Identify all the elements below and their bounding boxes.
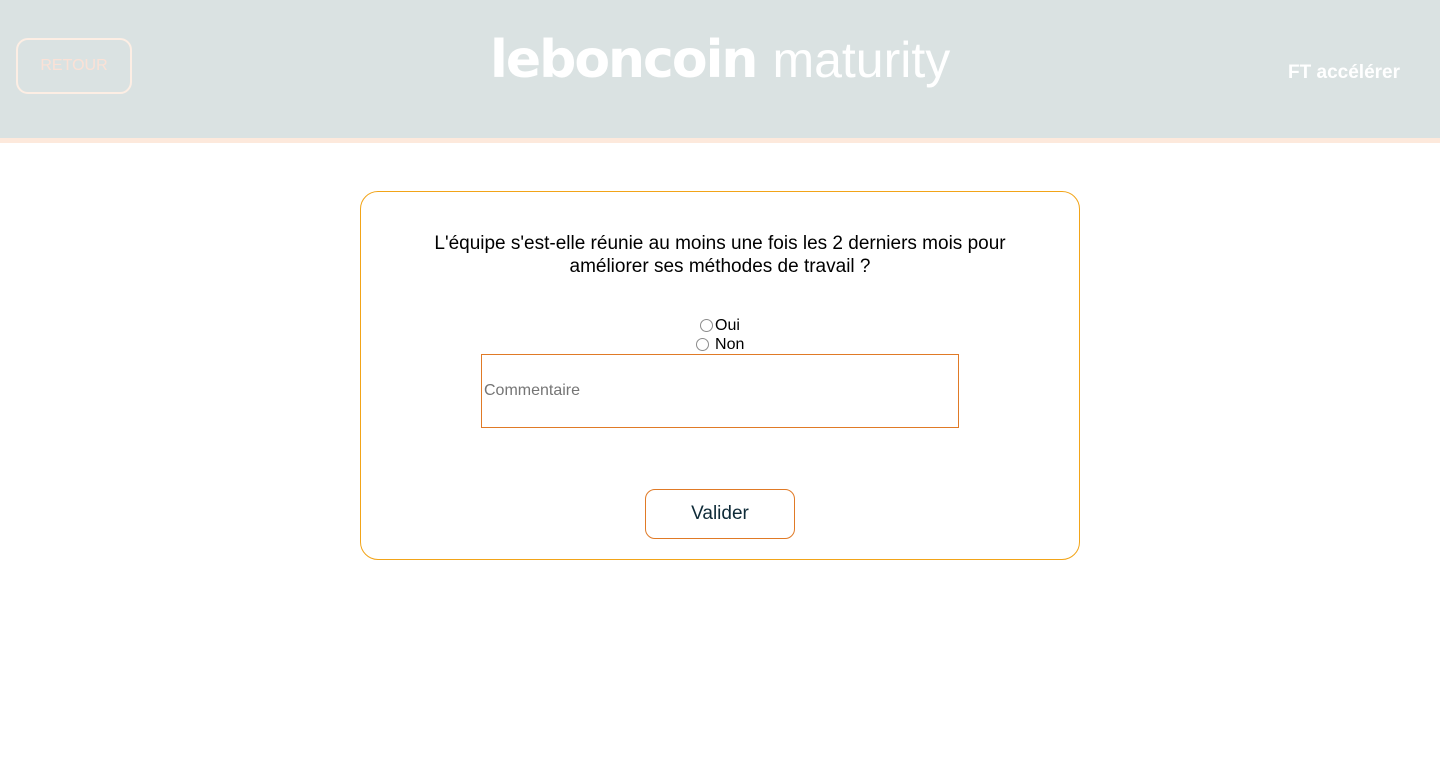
comment-field[interactable]: Commentaire bbox=[481, 354, 959, 428]
option-non-label: Non bbox=[715, 336, 745, 353]
option-oui-label: Oui bbox=[715, 317, 740, 334]
radio-oui[interactable] bbox=[700, 319, 714, 332]
question-text: L'équipe s'est-elle réunie au moins une … bbox=[434, 233, 1006, 277]
answer-options: Oui Non bbox=[361, 316, 1079, 354]
header-bar: RETOUR leboncoin maturity FT accélérer bbox=[0, 0, 1440, 138]
question-card: L'équipe s'est-elle réunie au moins une … bbox=[360, 191, 1080, 560]
option-oui[interactable]: Oui bbox=[361, 316, 1079, 335]
option-non[interactable]: Non bbox=[361, 335, 1079, 354]
logo-suffix: maturity bbox=[772, 32, 951, 88]
app-logo: leboncoin maturity bbox=[490, 30, 950, 102]
header-divider bbox=[0, 138, 1440, 143]
team-name: FT accélérer bbox=[1288, 62, 1400, 83]
radio-non[interactable] bbox=[695, 338, 709, 351]
submit-button[interactable]: Valider bbox=[645, 489, 795, 539]
logo-brand: leboncoin bbox=[490, 30, 758, 90]
back-button[interactable]: RETOUR bbox=[16, 38, 132, 94]
